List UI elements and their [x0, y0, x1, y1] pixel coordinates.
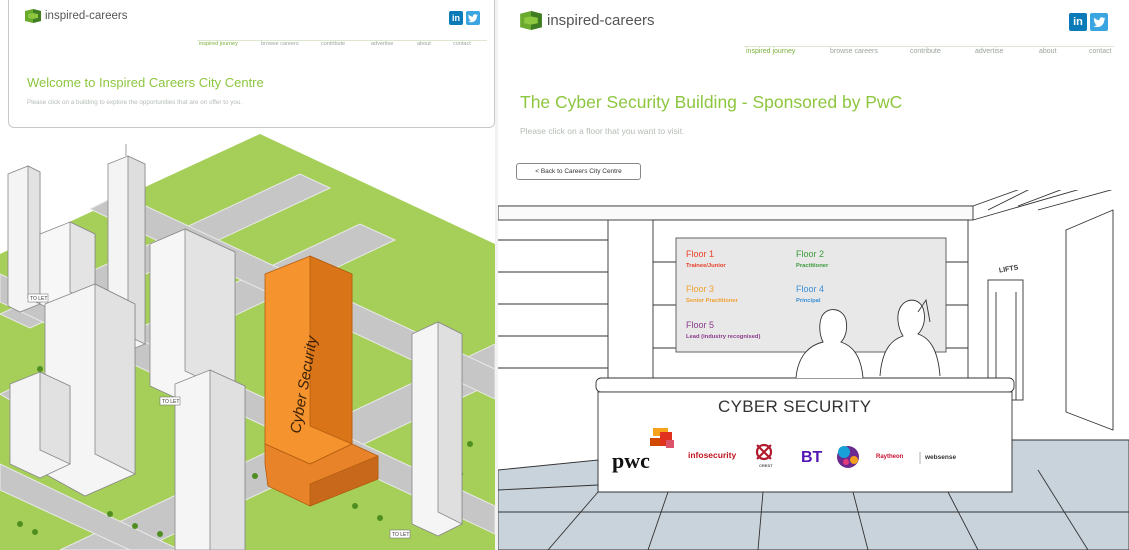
nav-browse-careers[interactable]: browse careers: [830, 48, 910, 55]
floor-1-level: Trainee/Junior: [686, 263, 726, 269]
page-title: The Cyber Security Building - Sponsored …: [520, 92, 903, 112]
right-social: in: [1069, 13, 1108, 31]
right-nav: inspired journey browse careers contribu…: [746, 48, 1119, 55]
nav-contribute[interactable]: contribute: [321, 41, 371, 47]
floor-5-level: Lead (industry recognised): [686, 334, 761, 340]
floor-2-button[interactable]: Floor 2: [796, 249, 824, 259]
nav-advertise[interactable]: advertise: [975, 48, 1039, 55]
floor-1-button[interactable]: Floor 1: [686, 249, 714, 259]
nav-contact[interactable]: contact: [1089, 48, 1119, 55]
logo-icon: [520, 11, 542, 30]
page-title: Welcome to Inspired Careers City Centre: [27, 75, 264, 90]
nav-contact[interactable]: contact: [453, 41, 483, 47]
nav-about[interactable]: about: [1039, 48, 1089, 55]
twitter-icon[interactable]: [1090, 13, 1108, 31]
floor-5-button[interactable]: Floor 5: [686, 320, 714, 330]
floor-4-level: Principal: [796, 298, 821, 304]
reception-scene: [498, 190, 1129, 550]
nav-divider: [744, 46, 1114, 47]
logo-text: inspired-careers: [45, 10, 128, 22]
nav-about[interactable]: about: [417, 41, 453, 47]
right-logo[interactable]: inspired-careers: [520, 11, 655, 30]
page-subtext: Please click on a floor that you want to…: [520, 126, 685, 136]
nav-browse-careers[interactable]: browse careers: [261, 41, 321, 47]
nav-inspired-journey[interactable]: inspired journey: [199, 41, 261, 47]
floor-3-level: Senior Practitioner: [686, 298, 738, 304]
nav-inspired-journey[interactable]: inspired journey: [746, 48, 830, 55]
desk-title: CYBER SECURITY: [718, 397, 872, 416]
linkedin-icon[interactable]: in: [1069, 13, 1087, 31]
to-let-sign: TO LET: [162, 399, 179, 405]
city-map: Cyber Security TO LET TO LET TO LET: [0, 134, 495, 550]
raytheon-logo: Raytheon: [876, 454, 904, 460]
logo-icon: [25, 9, 41, 23]
page-subtext: Please click on a building to explore th…: [27, 99, 243, 106]
left-logo[interactable]: inspired-careers: [25, 9, 127, 23]
twitter-icon[interactable]: [466, 11, 480, 25]
infosecurity-logo: infosecurity: [688, 450, 737, 460]
nav-advertise[interactable]: advertise: [371, 41, 417, 47]
to-let-sign: TO LET: [392, 532, 409, 538]
floor-2-level: Practitioner: [796, 263, 829, 269]
floor-3-button[interactable]: Floor 3: [686, 284, 714, 294]
city-centre-panel: inspired-careers in inspired journey bro…: [0, 0, 495, 550]
nav-contribute[interactable]: contribute: [910, 48, 975, 55]
left-nav: inspired journey browse careers contribu…: [199, 41, 483, 47]
to-let-sign: TO LET: [30, 296, 47, 302]
pwc-logo: pwc: [612, 448, 650, 473]
cyber-building-panel: inspired-careers in inspired journey bro…: [498, 0, 1129, 550]
bt-globe-icon: [837, 446, 859, 468]
websense-logo: websense: [925, 454, 957, 461]
left-social: in: [449, 11, 480, 25]
linkedin-icon[interactable]: in: [449, 11, 463, 25]
logo-text: inspired-careers: [547, 12, 655, 29]
left-header: inspired-careers in inspired journey bro…: [8, 0, 495, 128]
floor-4-button[interactable]: Floor 4: [796, 284, 824, 294]
crest-text: CREST: [759, 463, 773, 468]
bt-logo: BT: [801, 449, 823, 466]
back-to-city-button[interactable]: < Back to Careers City Centre: [516, 163, 641, 180]
